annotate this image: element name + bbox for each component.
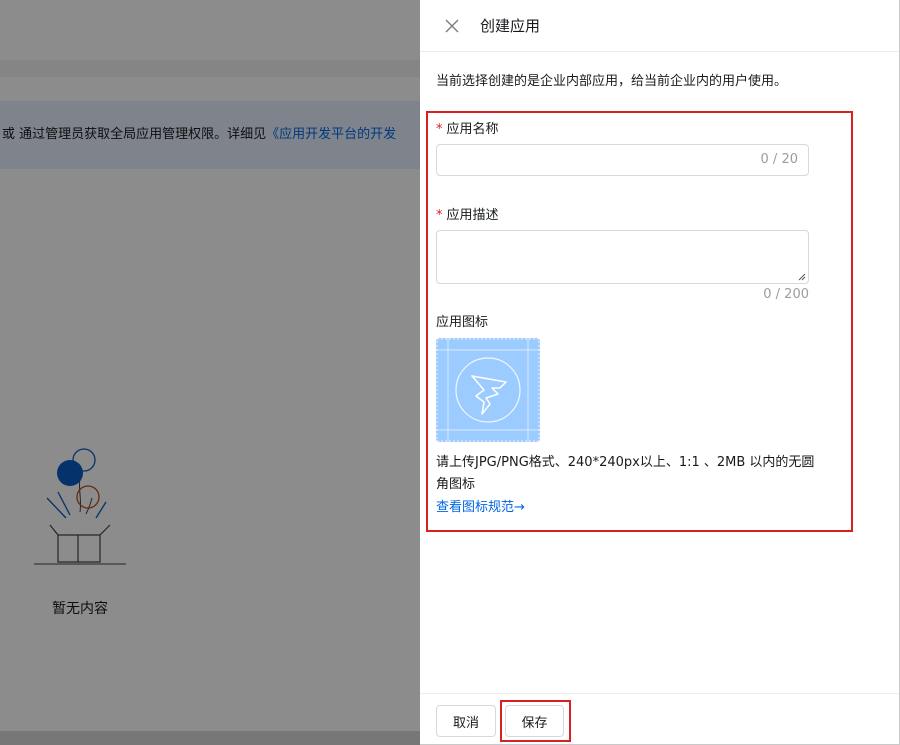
app-name-label-text: 应用名称: [446, 122, 499, 137]
intro-text: 当前选择创建的是企业内部应用，给当前企业内的用户使用。: [436, 74, 788, 89]
app-icon-placeholder[interactable]: [436, 338, 540, 442]
required-mark: *: [436, 122, 443, 137]
app-desc-textarea[interactable]: [436, 230, 809, 284]
app-name-input[interactable]: 0 / 20: [436, 144, 809, 176]
create-app-drawer: 创建应用 当前选择创建的是企业内部应用，给当前企业内的用户使用。 * 应用名称 0…: [420, 0, 900, 745]
drawer-title: 创建应用: [480, 17, 541, 35]
icon-upload-hint: 请上传JPG/PNG格式、240*240px以上、1:1 、2MB 以内的无圆角…: [436, 455, 815, 492]
drawer-header: 创建应用: [420, 0, 899, 52]
form-highlight-box: * 应用名称 0 / 20 * 应用描述 0 / 200 应用图标 请上传JPG/P…: [426, 111, 853, 532]
cancel-button[interactable]: 取消: [436, 705, 496, 737]
app-desc-counter: 0 / 200: [763, 287, 809, 302]
close-icon[interactable]: [442, 16, 462, 36]
modal-mask[interactable]: [0, 0, 420, 745]
required-mark: *: [436, 208, 443, 223]
app-name-counter: 0 / 20: [760, 152, 798, 167]
app-desc-label: * 应用描述: [436, 204, 499, 223]
resize-grip-icon[interactable]: [798, 273, 806, 281]
view-icon-spec-link[interactable]: 查看图标规范→: [436, 496, 525, 515]
app-icon-label: 应用图标: [436, 315, 489, 330]
app-name-label: * 应用名称: [436, 118, 499, 137]
drawer-footer: 取消 保存: [420, 693, 899, 744]
app-desc-label-text: 应用描述: [446, 208, 499, 223]
save-button[interactable]: 保存: [505, 705, 564, 737]
